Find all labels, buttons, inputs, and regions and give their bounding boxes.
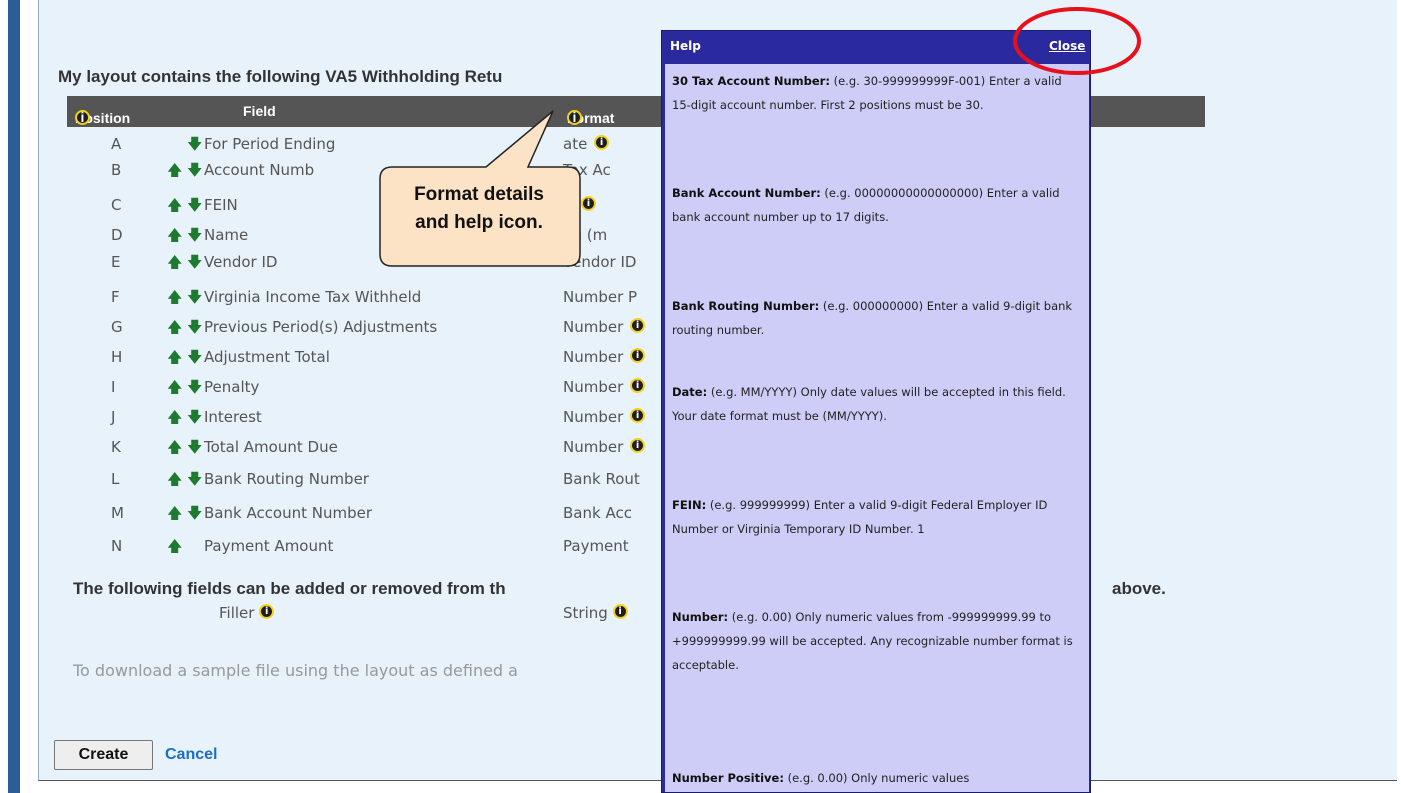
row-position: L: [111, 470, 120, 488]
move-down-icon[interactable]: 🡇: [187, 377, 202, 402]
move-down-icon[interactable]: 🡇: [187, 134, 202, 159]
row-field-name: Vendor ID: [204, 253, 278, 271]
move-up-icon[interactable]: 🡅: [167, 287, 182, 312]
row-position: N: [111, 537, 123, 555]
move-up-icon[interactable]: 🡅: [167, 437, 182, 462]
row-field-name: Bank Account Number: [204, 504, 373, 522]
move-up-icon[interactable]: 🡅: [167, 317, 182, 342]
row-format: Number i: [563, 378, 646, 396]
help-popup: Help Close 30 Tax Account Number: (e.g. …: [661, 30, 1091, 793]
row-format: Vendor ID: [563, 253, 637, 271]
info-icon[interactable]: i: [630, 348, 646, 363]
row-format: Tax Ac: [563, 161, 611, 179]
field-column-header: Field: [243, 103, 276, 119]
row-format: Number i: [563, 408, 646, 426]
help-body: 30 Tax Account Number: (e.g. 30-99999999…: [665, 64, 1089, 792]
row-field-name: Adjustment Total: [204, 348, 330, 366]
optional-field-filler[interactable]: Filler i: [219, 604, 275, 622]
create-button[interactable]: Create: [54, 740, 153, 770]
cancel-link[interactable]: Cancel: [165, 746, 217, 764]
move-up-icon[interactable]: 🡅: [167, 225, 182, 250]
row-field-name: For Period Ending: [204, 135, 336, 153]
help-close-link[interactable]: Close: [1049, 39, 1085, 53]
move-down-icon[interactable]: 🡇: [187, 287, 202, 312]
row-format: Number i: [563, 318, 646, 336]
info-icon[interactable]: i: [630, 318, 646, 333]
info-icon[interactable]: i: [567, 110, 582, 125]
optional-field-format: String i: [563, 604, 628, 622]
move-up-icon[interactable]: 🡅: [167, 195, 182, 220]
move-down-icon[interactable]: 🡇: [187, 195, 202, 220]
info-icon[interactable]: i: [75, 110, 90, 125]
info-icon[interactable]: i: [259, 604, 275, 619]
row-format: Bank Acc: [563, 504, 632, 522]
move-down-icon[interactable]: 🡇: [187, 407, 202, 432]
move-down-icon[interactable]: 🡇: [187, 317, 202, 342]
move-down-icon[interactable]: 🡇: [187, 252, 202, 277]
move-up-icon[interactable]: 🡅: [167, 503, 182, 528]
row-format: Number P: [563, 288, 638, 306]
row-format: Payment: [563, 537, 629, 555]
row-field-name: Account Numb: [204, 161, 315, 179]
row-position: J: [111, 408, 116, 426]
move-up-icon[interactable]: 🡅: [167, 252, 182, 277]
help-title: Help: [670, 39, 701, 53]
row-position: H: [111, 348, 123, 366]
row-field-name: Total Amount Due: [204, 438, 338, 456]
move-up-icon[interactable]: 🡅: [167, 407, 182, 432]
move-up-icon[interactable]: 🡅: [167, 347, 182, 372]
info-icon[interactable]: i: [594, 135, 610, 150]
help-entry-number-positive: Number Positive: (e.g. 0.00) Only numeri…: [672, 771, 970, 785]
help-entry-fein: FEIN: (e.g. 999999999) Enter a valid 9-d…: [672, 498, 1048, 536]
move-up-icon[interactable]: 🡅: [167, 536, 182, 561]
row-position: M: [111, 504, 124, 522]
layout-title: My layout contains the following VA5 Wit…: [58, 67, 503, 86]
row-position: K: [111, 438, 121, 456]
left-accent-bar: [8, 0, 20, 793]
row-position: C: [111, 196, 122, 214]
info-icon[interactable]: i: [612, 604, 628, 619]
help-entry-bank-account: Bank Account Number: (e.g. 0000000000000…: [672, 186, 1060, 224]
help-entry-tax-account: 30 Tax Account Number: (e.g. 30-99999999…: [672, 74, 1062, 112]
row-format: Bank Rout: [563, 470, 640, 488]
move-up-icon[interactable]: 🡅: [167, 469, 182, 494]
row-position: D: [111, 226, 123, 244]
row-position: E: [111, 253, 121, 271]
row-position: B: [111, 161, 122, 179]
move-down-icon[interactable]: 🡇: [187, 469, 202, 494]
optional-fields-heading-tail: above.: [1112, 579, 1166, 598]
info-icon[interactable]: i: [630, 378, 646, 393]
callout-text: Format details and help icon.: [414, 184, 544, 233]
row-field-name: Previous Period(s) Adjustments: [204, 318, 438, 336]
row-field-name: Interest: [204, 408, 262, 426]
row-field-name: Name: [204, 226, 249, 244]
help-entry-bank-routing: Bank Routing Number: (e.g. 000000000) En…: [672, 299, 1073, 337]
download-sample-text: To download a sample file using the layo…: [73, 661, 518, 680]
row-field-name: Virginia Income Tax Withheld: [204, 288, 422, 306]
move-down-icon[interactable]: 🡇: [187, 503, 202, 528]
info-icon[interactable]: i: [630, 408, 646, 423]
row-field-name: Penalty: [204, 378, 260, 396]
row-format: ate i: [563, 135, 610, 153]
move-down-icon[interactable]: 🡇: [187, 225, 202, 250]
row-field-name: FEIN: [204, 196, 238, 214]
move-down-icon[interactable]: 🡇: [187, 437, 202, 462]
info-icon[interactable]: i: [630, 438, 646, 453]
move-down-icon[interactable]: 🡇: [187, 160, 202, 185]
row-format: Number i: [563, 348, 646, 366]
row-position: A: [111, 135, 122, 153]
move-down-icon[interactable]: 🡇: [187, 347, 202, 372]
row-format: Number i: [563, 438, 646, 456]
row-position: F: [111, 288, 120, 306]
move-up-icon[interactable]: 🡅: [167, 377, 182, 402]
row-position: G: [111, 318, 123, 336]
row-field-name: Payment Amount: [204, 537, 334, 555]
help-entry-date: Date: (e.g. MM/YYYY) Only date values wi…: [672, 385, 1066, 423]
help-entry-number: Number: (e.g. 0.00) Only numeric values …: [672, 610, 1073, 672]
row-field-name: Bank Routing Number: [204, 470, 369, 488]
row-position: I: [111, 378, 116, 396]
info-icon[interactable]: i: [581, 196, 597, 211]
optional-fields-heading: The following fields can be added or rem…: [73, 579, 506, 598]
move-up-icon[interactable]: 🡅: [167, 160, 182, 185]
